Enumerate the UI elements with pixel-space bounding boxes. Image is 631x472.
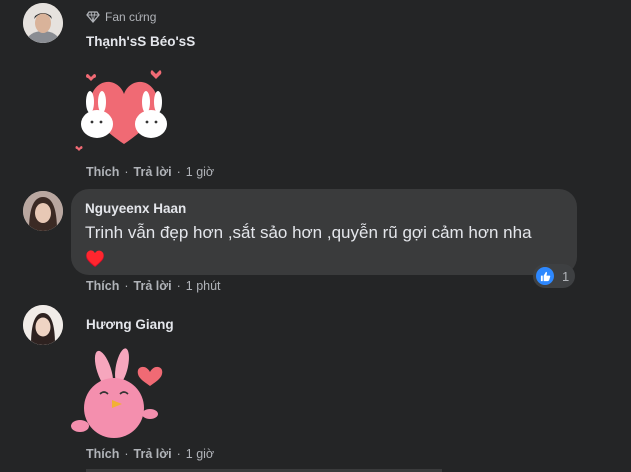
heart-bunny-sticker bbox=[75, 70, 167, 151]
separator-dot: · bbox=[176, 165, 181, 179]
comment-body: Trinh vẫn đẹp hơn ,sắt sảo hơn ,quyễn rũ… bbox=[85, 223, 532, 242]
avatar-thanh[interactable] bbox=[23, 3, 63, 43]
avatar-nguyeenx[interactable] bbox=[23, 191, 63, 231]
comment-actions: Thích · Trả lời · 1 phút bbox=[86, 279, 221, 293]
timestamp[interactable]: 1 phút bbox=[186, 279, 221, 293]
like-action[interactable]: Thích bbox=[86, 447, 119, 461]
separator-dot: · bbox=[124, 165, 129, 179]
comment-bubble: Nguyeenx Haan Trinh vẫn đẹp hơn ,sắt sảo… bbox=[71, 189, 577, 275]
badge-label: Fan cứng bbox=[105, 10, 157, 24]
reply-action[interactable]: Trả lời bbox=[134, 279, 172, 293]
separator-dot: · bbox=[176, 447, 181, 461]
author-name[interactable]: Nguyeenx Haan bbox=[85, 201, 186, 216]
separator-dot: · bbox=[176, 279, 181, 293]
like-action[interactable]: Thích bbox=[86, 279, 119, 293]
timestamp[interactable]: 1 giờ bbox=[186, 447, 214, 461]
timestamp[interactable]: 1 giờ bbox=[186, 165, 214, 179]
reaction-count: 1 bbox=[562, 268, 570, 284]
diamond-icon bbox=[86, 11, 100, 23]
reply-action[interactable]: Trả lời bbox=[134, 447, 172, 461]
like-action[interactable]: Thích bbox=[86, 165, 119, 179]
red-heart-emoji: ♥️ bbox=[85, 251, 105, 268]
avatar-huong-giang[interactable] bbox=[23, 305, 63, 345]
like-reaction-icon bbox=[536, 267, 554, 285]
comment-actions: Thích · Trả lời · 1 giờ bbox=[86, 165, 214, 179]
comment-text: Trinh vẫn đẹp hơn ,sắt sảo hơn ,quyễn rũ… bbox=[85, 220, 555, 273]
author-name[interactable]: Thạnh'sS Béo'sS bbox=[86, 34, 195, 49]
reaction-summary[interactable]: 1 bbox=[533, 264, 575, 288]
comment-actions: Thích · Trả lời · 1 giờ bbox=[86, 447, 214, 461]
author-name[interactable]: Hương Giang bbox=[86, 317, 174, 332]
fan-badge: Fan cứng bbox=[86, 10, 156, 24]
separator-dot: · bbox=[124, 279, 129, 293]
pink-bird-sticker bbox=[71, 348, 163, 438]
separator-dot: · bbox=[124, 447, 129, 461]
reply-action[interactable]: Trả lời bbox=[134, 165, 172, 179]
